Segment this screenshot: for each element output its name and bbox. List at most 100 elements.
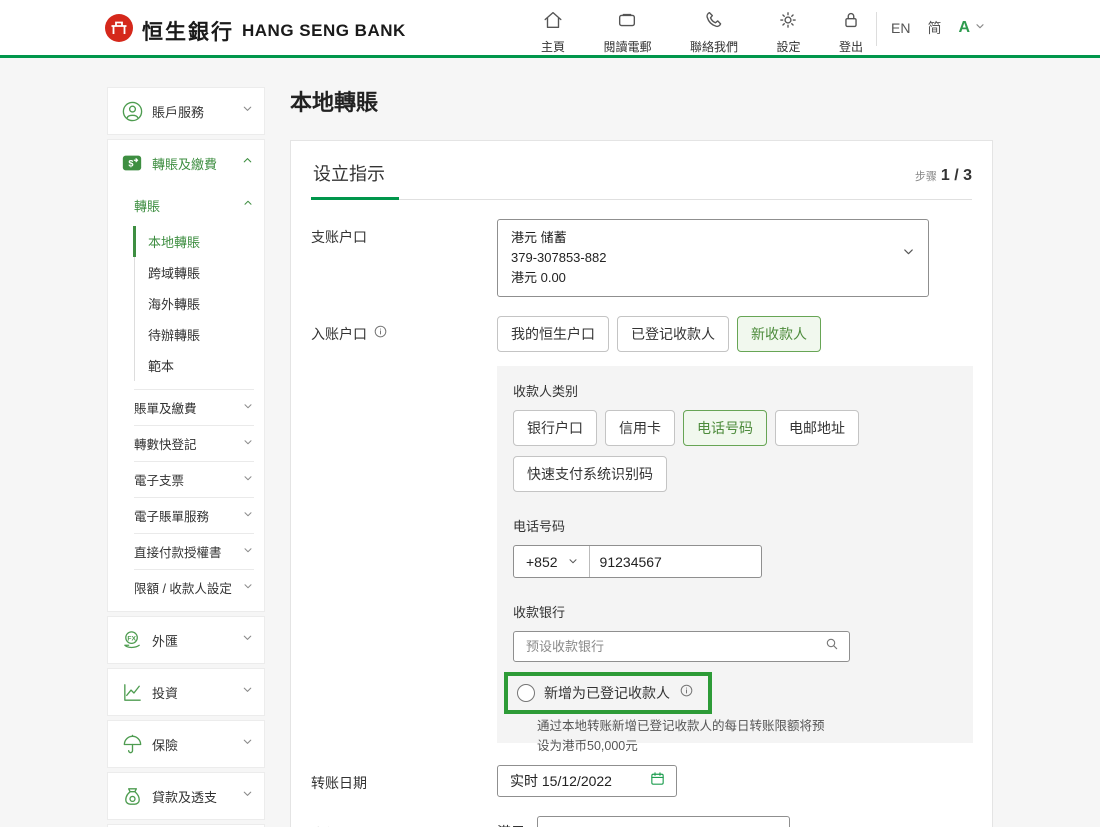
type-fps-id[interactable]: 快速支付系统识别码: [513, 456, 667, 493]
chevron-down-icon: [901, 244, 916, 264]
sidebar-item-foreign-exchange[interactable]: FX 外匯: [108, 617, 264, 663]
amount-row: 金额 港元: [311, 816, 972, 827]
credit-account-row: 入账户口 我的恒生户口 已登记收款人 新收款人: [311, 316, 972, 353]
mail-icon: [616, 9, 638, 36]
transfer-date-label: 转账日期: [311, 775, 367, 792]
sidebar-item-investment[interactable]: 投資: [108, 669, 264, 715]
nav-contact-us[interactable]: 聯絡我們: [690, 9, 738, 55]
sidebar-item-direct-debit[interactable]: 直接付款授權書: [134, 533, 254, 569]
chevron-down-icon: [567, 554, 579, 570]
bank-logo[interactable]: 恒生銀行 HANG SENG BANK: [104, 13, 406, 48]
transfer-date-row: 转账日期 实时 15/12/2022: [311, 765, 972, 798]
account-number: 379-307853-882: [511, 250, 607, 266]
nav-settings[interactable]: 設定: [776, 9, 800, 55]
bank-name-english: HANG SENG BANK: [242, 20, 406, 40]
transfer-sub-list: 本地轉賬 跨域轉賬 海外轉賬 待辦轉賬 範本: [133, 226, 254, 381]
credit-account-label: 入账户口: [311, 326, 367, 343]
info-icon[interactable]: [373, 324, 388, 342]
amount-label: 金额: [311, 816, 497, 827]
chevron-down-icon: [241, 102, 254, 120]
transfer-date-input[interactable]: 实时 15/12/2022: [497, 765, 677, 798]
new-payee-panel: 收款人类别 银行户口 信用卡 电话号码 电邮地址 快速支付系统识别码 电话号码 …: [497, 366, 973, 753]
page-title: 本地轉賬: [290, 90, 379, 115]
umbrella-icon: [120, 733, 144, 756]
info-icon[interactable]: [679, 683, 694, 703]
transfer-submenu: 轉賬 本地轉賬 跨域轉賬 海外轉賬 待辦轉賬 範本 賬單及繳費 轉數快登記 電子…: [108, 186, 264, 611]
svg-text:FX: FX: [127, 635, 136, 642]
tab-registered-payee[interactable]: 已登记收款人: [617, 316, 729, 353]
register-payee-label: 新增为已登记收款人: [544, 685, 670, 702]
type-bank-account[interactable]: 银行户口: [513, 410, 597, 447]
sidebar-item-local-transfer[interactable]: 本地轉賬: [133, 226, 254, 257]
chevron-down-icon: [242, 507, 254, 525]
banking-app-window: 恒生銀行 HANG SENG BANK 主頁 閱讀電郵 聯絡我們 設定 登出 E…: [0, 0, 1100, 827]
sidebar-item-transfer-payments[interactable]: $ 轉賬及繳費: [108, 140, 264, 186]
chart-icon: [120, 681, 144, 704]
search-icon[interactable]: [824, 636, 840, 657]
hang-seng-logo-icon: [104, 13, 134, 48]
phone-input-group: +852: [513, 545, 762, 579]
chevron-down-icon: [242, 435, 254, 453]
amount-input[interactable]: [537, 816, 790, 827]
calendar-icon[interactable]: [649, 770, 666, 792]
sidebar-item-transfer-group[interactable]: 轉賬: [134, 186, 254, 224]
sidebar-item-cross-boundary-transfer[interactable]: 跨域轉賬: [135, 257, 254, 288]
sidebar-item-loans-overdraft[interactable]: 貸款及透支: [108, 773, 264, 819]
chevron-down-icon: [974, 19, 986, 37]
type-email-address[interactable]: 电邮地址: [775, 410, 859, 447]
step-indicator: 步骤 1 / 3: [915, 167, 972, 199]
bank-name-chinese: 恒生銀行: [142, 19, 234, 44]
register-payee-note: 通过本地转账新增已登记收款人的每日转账限额将预 设为港币50,000元: [537, 719, 825, 753]
sidebar-menu: 賬戶服務 $ 轉賬及繳費 轉賬 本地轉賬 跨域轉賬 海外轉賬 待辦轉賬 範本 賬…: [107, 87, 265, 827]
setup-instruction-card: 设立指示 步骤 1 / 3 支账户口 港元 储蓄 379-307853-882 港…: [290, 140, 993, 827]
payee-type-row-2: 快速支付系统识别码: [513, 456, 957, 493]
tab-new-payee[interactable]: 新收款人: [737, 316, 821, 353]
register-payee-checkbox[interactable]: [517, 684, 535, 703]
lang-english-button[interactable]: EN: [891, 20, 910, 36]
payee-bank-label: 收款银行: [513, 605, 566, 621]
chevron-down-icon: [242, 579, 254, 597]
transfer-money-icon: $: [120, 152, 144, 174]
header-divider: [876, 12, 877, 46]
phone-number-label: 电话号码: [513, 519, 566, 535]
account-currency-type: 港元 储蓄: [511, 230, 567, 245]
account-balance: 港元 0.00: [511, 270, 566, 286]
sidebar-item-insurance[interactable]: 保險: [108, 721, 264, 767]
chevron-down-icon: [242, 471, 254, 489]
header-nav: 主頁 閱讀電郵 聯絡我們 設定 登出: [541, 9, 863, 55]
tab-my-hangseng-account[interactable]: 我的恒生户口: [497, 316, 609, 353]
card-header: 设立指示 步骤 1 / 3: [311, 160, 972, 200]
sidebar-item-templates[interactable]: 範本: [135, 350, 254, 381]
language-controls: EN 简 A: [891, 18, 986, 38]
gear-icon: [777, 9, 799, 36]
bank-search-input[interactable]: [514, 639, 824, 655]
lock-icon: [840, 9, 862, 36]
phone-number-input[interactable]: [589, 546, 761, 578]
nav-logout[interactable]: 登出: [839, 9, 863, 55]
payee-type-label: 收款人类别: [513, 384, 579, 400]
sidebar-item-echeque[interactable]: 電子支票: [134, 461, 254, 497]
nav-read-mail[interactable]: 閱讀電郵: [603, 9, 652, 55]
lang-simplified-button[interactable]: 简: [927, 18, 941, 38]
chevron-down-icon: [241, 787, 254, 805]
credit-account-tabs: 我的恒生户口 已登记收款人 新收款人: [497, 316, 821, 353]
sidebar-item-fps-registration[interactable]: 轉數快登記: [134, 425, 254, 461]
sidebar-item-overseas-transfer[interactable]: 海外轉賬: [135, 288, 254, 319]
chevron-up-icon: [242, 196, 254, 214]
debit-account-select[interactable]: 港元 储蓄 379-307853-882 港元 0.00: [497, 219, 929, 298]
nav-home[interactable]: 主頁: [541, 9, 565, 55]
chevron-down-icon: [241, 631, 254, 649]
home-icon: [542, 9, 564, 36]
sidebar-item-estatement[interactable]: 電子賬單服務: [134, 497, 254, 533]
sidebar-item-pending-transfer[interactable]: 待辦轉賬: [135, 319, 254, 350]
person-circle-icon: [120, 100, 144, 123]
dial-code-select[interactable]: +852: [514, 546, 590, 578]
font-size-control[interactable]: A: [958, 19, 986, 37]
sidebar-item-bills-payments[interactable]: 賬單及繳費: [134, 389, 254, 425]
sidebar-item-account-services[interactable]: 賬戶服務: [108, 88, 264, 134]
type-credit-card[interactable]: 信用卡: [605, 410, 675, 447]
sidebar-item-limit-payee-settings[interactable]: 限額 / 收款人設定: [134, 569, 254, 605]
annotation-highlight-box: 新增为已登记收款人: [504, 672, 712, 715]
type-phone-number[interactable]: 电话号码: [683, 410, 767, 447]
bank-search-box: [513, 631, 850, 663]
